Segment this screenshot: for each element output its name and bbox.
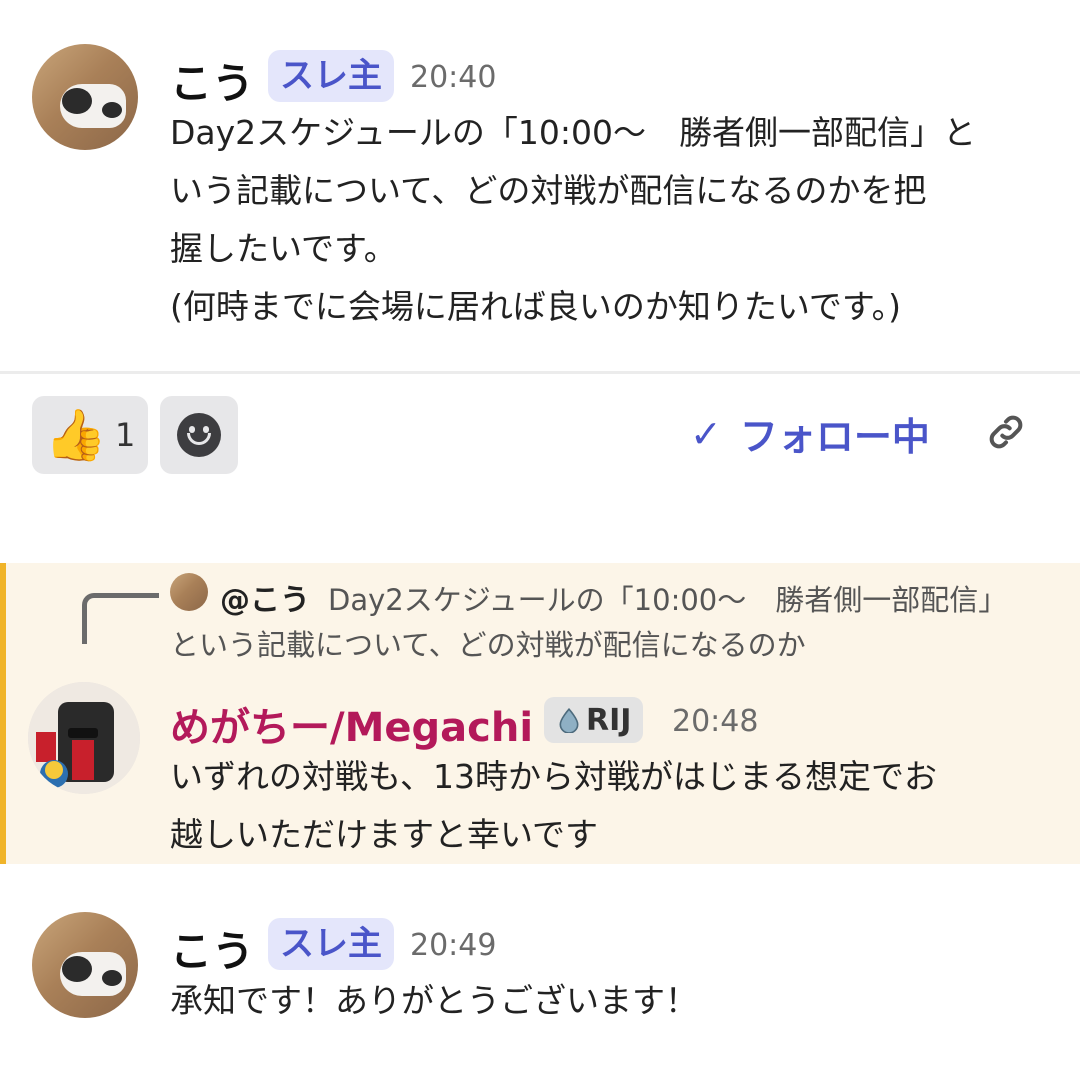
message-line: Day2スケジュールの「10:00〜 勝者側一部配信」と: [170, 113, 976, 152]
avatar-cat-image: [102, 970, 122, 986]
avatar-cat-image: [102, 102, 122, 118]
reply-connector: [82, 593, 159, 644]
avatar-cat-image: [62, 956, 92, 982]
thread-owner-badge: スレ主: [268, 50, 394, 102]
role-label: RIJ: [586, 702, 632, 738]
message-time: 20:40: [410, 60, 497, 95]
avatar-illustration: [28, 682, 140, 794]
message-line: いずれの対戦も、13時から対戦がはじまる想定でお: [170, 757, 938, 796]
add-reaction-button[interactable]: [160, 396, 238, 474]
message-time: 20:49: [410, 928, 497, 963]
thread-owner-badge: スレ主: [268, 918, 394, 970]
follow-button[interactable]: ✓ フォロー中: [690, 406, 930, 461]
avatar-cat-image: [62, 88, 92, 114]
droplet-icon: [559, 707, 579, 733]
thumbs-up-icon: 👍: [44, 406, 107, 464]
message-line: 越しいただけますと幸いです: [170, 815, 599, 854]
message-line: いう記載について、どの対戦が配信になるのかを把: [170, 171, 927, 210]
role-badge[interactable]: RIJ: [544, 697, 644, 743]
highlight-bar: [0, 563, 6, 864]
quoted-text[interactable]: という記載について、どの対戦が配信になるのか: [170, 622, 806, 664]
smiley-add-icon: [177, 413, 221, 457]
message-line: (何時までに会場に居れば良いのか知りたいです。): [170, 287, 901, 326]
author-name[interactable]: こう: [170, 50, 254, 111]
link-icon[interactable]: [984, 410, 1028, 454]
message-time: 20:48: [672, 704, 759, 739]
quoted-avatar: [170, 573, 208, 611]
author-name[interactable]: めがちー/Megachi: [170, 695, 533, 753]
quoted-author[interactable]: @こう: [220, 575, 310, 619]
quoted-text[interactable]: Day2スケジュールの「10:00〜 勝者側一部配信」: [328, 577, 1007, 619]
message-text: Day2スケジュールの「10:00〜 勝者側一部配信」と いう記載について、どの…: [170, 104, 1070, 336]
divider: [0, 371, 1080, 374]
message-text: いずれの対戦も、13時から対戦がはじまる想定でお 越しいただけますと幸いです: [170, 748, 1070, 864]
message-line: 承知です！ありがとうございます！: [170, 981, 698, 1020]
reaction-count: 1: [114, 416, 136, 454]
avatar-kou[interactable]: [32, 912, 138, 1018]
reaction-thumbs-up[interactable]: 👍 1: [32, 396, 148, 474]
follow-label: フォロー中: [739, 415, 930, 459]
avatar-megachi[interactable]: [28, 682, 140, 794]
author-name[interactable]: こう: [170, 918, 254, 979]
check-icon: ✓: [690, 411, 722, 456]
message-line: 握したいです。: [170, 229, 397, 268]
message-text: 承知です！ありがとうございます！: [170, 972, 1070, 1030]
avatar-kou[interactable]: [32, 44, 138, 150]
